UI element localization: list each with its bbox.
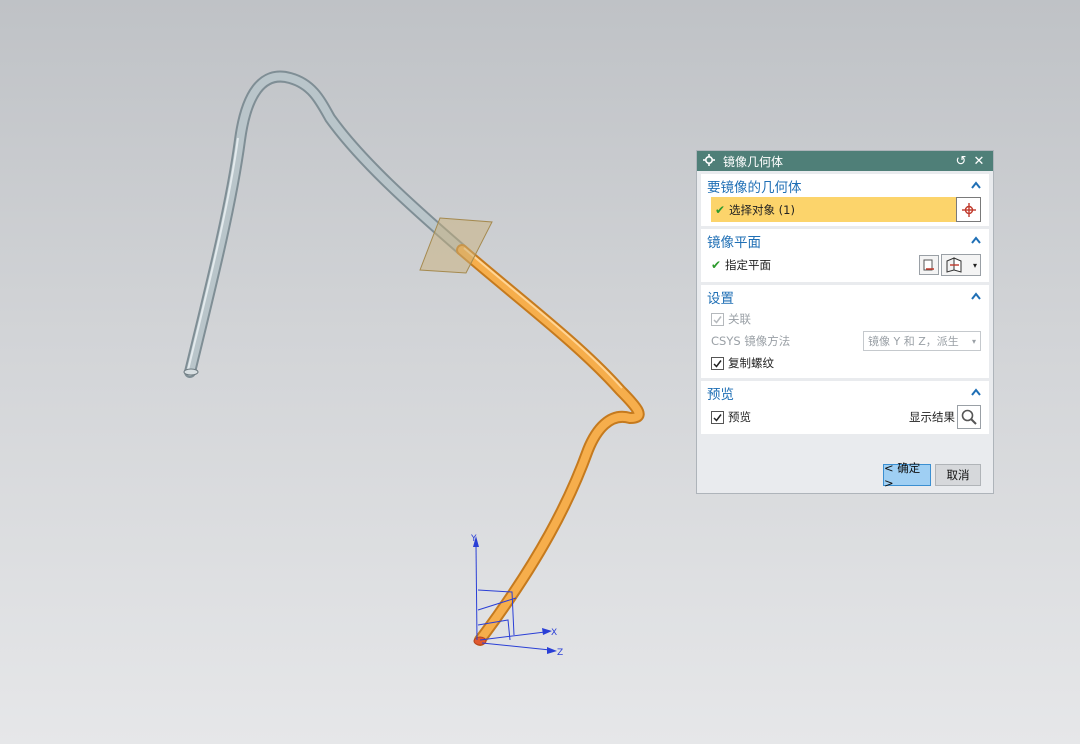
cancel-button[interactable]: 取消 — [935, 464, 981, 486]
collapse-chevron-icon[interactable] — [969, 386, 983, 400]
select-object-button[interactable] — [956, 197, 981, 222]
select-object-label: 选择对象 (1) — [729, 202, 795, 217]
plane-dialog-button[interactable] — [919, 255, 939, 275]
dialog-title: 镜像几何体 — [723, 154, 784, 169]
associative-label: 关联 — [728, 312, 751, 326]
dialog-titlebar[interactable]: 镜像几何体 ↺ ✕ — [697, 151, 993, 171]
group-title-plane: 镜像平面 — [707, 234, 761, 251]
axis-label-y: Y — [470, 534, 477, 544]
plane-type-dropdown[interactable]: ▾ — [941, 254, 981, 276]
csys-method-select: 镜像 Y 和 Z，派生 ▾ — [863, 331, 981, 351]
check-icon: ✔ — [711, 258, 722, 272]
collapse-chevron-icon[interactable] — [969, 290, 983, 304]
group-title-settings: 设置 — [707, 290, 734, 307]
associative-row: 关联 — [701, 308, 989, 330]
specify-plane-row[interactable]: ✔ 指定平面 ▾ — [701, 252, 989, 278]
gear-icon — [703, 153, 717, 169]
select-object-row[interactable]: ✔ 选择对象 (1) — [711, 197, 981, 222]
axis-label-x: X — [551, 628, 557, 638]
original-pipe[interactable] — [183, 70, 468, 378]
magnifier-icon — [961, 409, 977, 425]
collapse-chevron-icon[interactable] — [969, 179, 983, 193]
associative-checkbox — [711, 312, 724, 326]
plane-dialog-icon — [923, 259, 934, 271]
show-result-button[interactable] — [957, 405, 981, 429]
group-geometry-to-mirror: 要镜像的几何体 ✔ 选择对象 (1) — [701, 174, 989, 226]
preview-row: 预览 显示结果 — [701, 404, 989, 430]
copy-threads-label: 复制螺纹 — [728, 356, 774, 370]
plane-type-icon — [946, 257, 962, 273]
group-title-preview: 预览 — [707, 386, 734, 403]
reset-icon[interactable]: ↺ — [953, 154, 969, 169]
group-settings: 设置 关联 CSYS 镜像方法 镜像 Y 和 Z，派生 ▾ 复制螺纹 — [701, 285, 989, 378]
group-title-geometry: 要镜像的几何体 — [707, 179, 802, 196]
preview-checkbox[interactable] — [711, 410, 724, 424]
copy-threads-checkbox[interactable] — [711, 356, 724, 370]
axis-label-z: Z — [557, 648, 563, 658]
preview-label: 预览 — [728, 410, 751, 424]
mirrored-pipe[interactable] — [456, 244, 645, 646]
show-result-label: 显示结果 — [909, 410, 955, 424]
group-preview: 预览 预览 显示结果 — [701, 381, 989, 434]
chevron-down-icon: ▾ — [971, 336, 976, 346]
collapse-chevron-icon[interactable] — [969, 234, 983, 248]
csys-method-row: CSYS 镜像方法 镜像 Y 和 Z，派生 ▾ — [701, 330, 989, 352]
copy-threads-row[interactable]: 复制螺纹 — [701, 352, 989, 374]
dialog-button-bar: < 确定 > 取消 — [883, 461, 981, 490]
csys-method-label: CSYS 镜像方法 — [711, 334, 791, 348]
group-mirror-plane: 镜像平面 ✔ 指定平面 ▾ — [701, 229, 989, 282]
crosshair-icon — [961, 202, 976, 217]
csys-method-value: 镜像 Y 和 Z，派生 — [868, 335, 959, 348]
check-icon: ✔ — [715, 202, 726, 217]
mirror-geometry-dialog: 镜像几何体 ↺ ✕ 要镜像的几何体 ✔ 选择对象 (1) 镜像平面 ✔ 指定平面 — [696, 150, 994, 494]
specify-plane-label: 指定平面 — [725, 258, 771, 272]
ok-button[interactable]: < 确定 > — [883, 461, 931, 490]
close-icon[interactable]: ✕ — [971, 154, 987, 169]
